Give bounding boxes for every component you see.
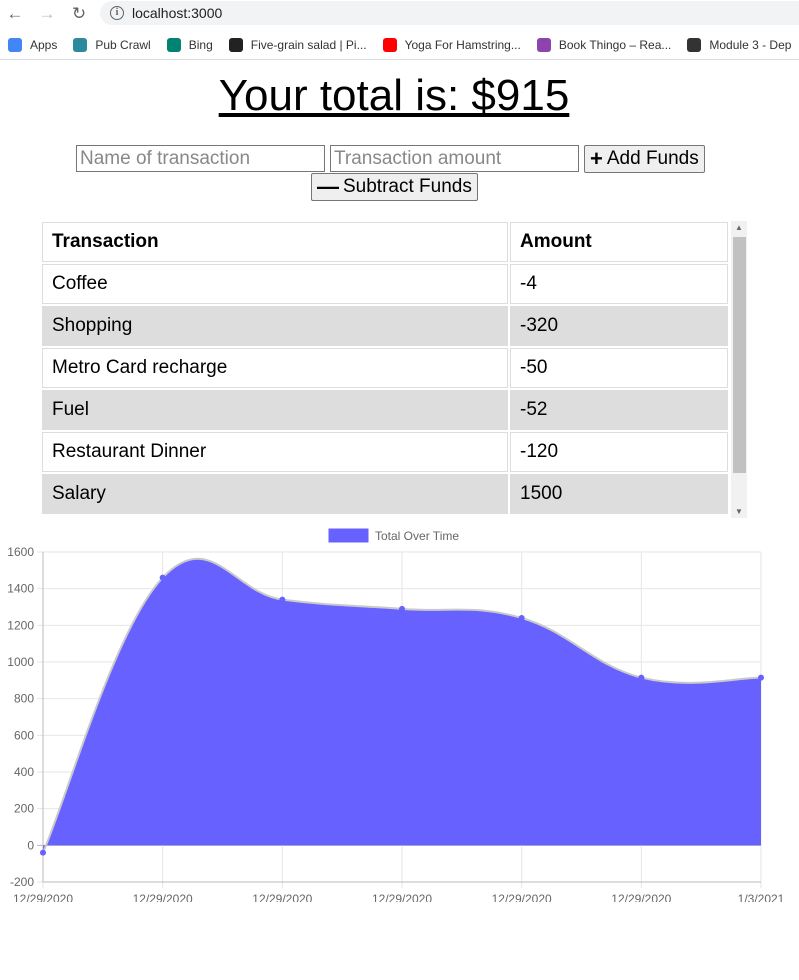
scroll-up-icon[interactable]: ▲: [735, 223, 743, 232]
bookmark-item[interactable]: Module 3 - Dep: [687, 37, 792, 52]
transaction-name-cell: Metro Card recharge: [42, 348, 508, 388]
transactions-table: Transaction Amount Coffee -4 Shopping -3…: [40, 220, 730, 516]
bookmarks-bar: Apps Pub Crawl Bing Five-grain salad | Pi..…: [0, 30, 799, 60]
y-tick-label: -200: [10, 875, 34, 889]
forward-arrow-icon[interactable]: →: [36, 3, 58, 25]
transaction-name-cell: Fuel: [42, 390, 508, 430]
data-point: [279, 596, 286, 603]
data-point: [638, 674, 645, 681]
x-tick-label: 12/29/2020: [133, 892, 193, 902]
bookmark-label: Module 3 - Dep: [709, 37, 792, 52]
site-info-icon[interactable]: i: [110, 6, 124, 20]
y-tick-label: 1000: [7, 655, 34, 669]
subtract-funds-label: Subtract Funds: [343, 176, 472, 197]
table-row: Salary 1500: [42, 474, 728, 514]
bookmark-label: Apps: [30, 37, 58, 52]
back-arrow-icon[interactable]: ←: [4, 3, 26, 25]
transaction-name-cell: Shopping: [42, 306, 508, 346]
url-text: localhost:3000: [132, 5, 223, 21]
data-point: [159, 574, 166, 581]
book-thingo-icon: [536, 37, 551, 52]
x-tick-label: 12/29/2020: [252, 892, 312, 902]
table-row: Restaurant Dinner -120: [42, 432, 728, 472]
bookmark-item[interactable]: Apps: [8, 37, 58, 52]
transaction-amount-cell: -120: [510, 432, 728, 472]
transaction-name-cell: Salary: [42, 474, 508, 514]
total-over-time-chart: -200 0 200 400 600 800 1000 1200 1400 1600 12/29/2…: [7, 528, 785, 902]
bookmark-label: Pub Crawl: [95, 37, 151, 52]
x-tick-label: 12/29/2020: [13, 892, 73, 902]
apps-grid-icon: [8, 37, 22, 52]
url-field[interactable]: i localhost:3000: [100, 1, 799, 25]
table-row: Coffee -4: [42, 264, 728, 304]
column-header-amount: Amount: [510, 222, 728, 262]
transaction-name-cell: Coffee: [42, 264, 508, 304]
bookmark-label: Book Thingo – Rea...: [558, 37, 672, 52]
data-point: [399, 605, 405, 612]
y-tick-label: 1600: [7, 545, 34, 559]
x-tick-label: 12/29/2020: [611, 892, 671, 902]
pub-crawl-icon: [73, 37, 88, 52]
scrollbar-thumb[interactable]: [733, 237, 746, 473]
bookmark-item[interactable]: Pub Crawl: [73, 37, 151, 52]
bookmark-label: Five-grain salad | Pi...: [250, 37, 367, 52]
x-tick-label: 12/29/2020: [372, 892, 432, 902]
legend-label: Total Over Time: [375, 529, 459, 543]
plus-icon: +: [590, 146, 603, 171]
transactions-table-container[interactable]: Transaction Amount Coffee -4 Shopping -3…: [40, 220, 748, 518]
transaction-name-input[interactable]: [76, 145, 325, 172]
budget-page: Your total is: $915 + Add Funds — Subtra…: [0, 61, 799, 980]
y-tick-label: 0: [27, 838, 34, 852]
y-tick-label: 1400: [7, 582, 34, 596]
add-funds-label: Add Funds: [606, 148, 699, 169]
transaction-amount-cell: -4: [510, 264, 728, 304]
transaction-name-cell: Restaurant Dinner: [42, 432, 508, 472]
table-row: Metro Card recharge -50: [42, 348, 728, 388]
transaction-amount-cell: -52: [510, 390, 728, 430]
bookmark-item[interactable]: Book Thingo – Rea...: [536, 37, 672, 52]
y-tick-label: 1200: [7, 618, 34, 632]
x-tick-label: 12/29/2020: [492, 892, 552, 902]
scroll-down-icon[interactable]: ▼: [735, 507, 743, 516]
transaction-amount-cell: -320: [510, 306, 728, 346]
reload-icon[interactable]: ↻: [68, 3, 90, 25]
y-tick-label: 200: [14, 802, 34, 816]
bookmark-item[interactable]: Bing: [166, 37, 213, 52]
y-tick-label: 400: [14, 765, 34, 779]
bookmark-item[interactable]: Five-grain salad | Pi...: [228, 37, 367, 52]
transaction-amount-input[interactable]: [330, 145, 579, 172]
address-bar: ← → ↻ i localhost:3000: [0, 0, 799, 27]
bookmark-item[interactable]: Yoga For Hamstring...: [382, 37, 521, 52]
table-row: Shopping -320: [42, 306, 728, 346]
table-row: Fuel -52: [42, 390, 728, 430]
table-scrollbar[interactable]: ▲ ▼: [731, 221, 747, 518]
y-tick-label: 600: [14, 728, 34, 742]
data-point: [518, 615, 525, 621]
bookmark-label: Bing: [188, 37, 213, 52]
module-book-icon: [687, 37, 702, 52]
total-heading: Your total is: $915: [218, 71, 570, 120]
transaction-amount-cell: -50: [510, 348, 728, 388]
bookmark-label: Yoga For Hamstring...: [404, 37, 521, 52]
y-tick-label: 800: [14, 692, 34, 706]
legend-swatch: [328, 528, 369, 543]
transaction-amount-cell: 1500: [510, 474, 728, 514]
data-point: [758, 674, 764, 681]
add-funds-button[interactable]: + Add Funds: [584, 145, 705, 173]
salad-icon: [228, 37, 243, 52]
x-tick-label: 1/3/2021: [738, 892, 785, 902]
bing-icon: [166, 37, 181, 52]
youtube-icon: [382, 37, 397, 52]
data-point: [40, 849, 46, 856]
subtract-funds-button[interactable]: — Subtract Funds: [311, 173, 478, 201]
column-header-transaction: Transaction: [42, 222, 508, 262]
transaction-form: + Add Funds: [76, 145, 705, 173]
minus-icon: —: [317, 174, 339, 199]
